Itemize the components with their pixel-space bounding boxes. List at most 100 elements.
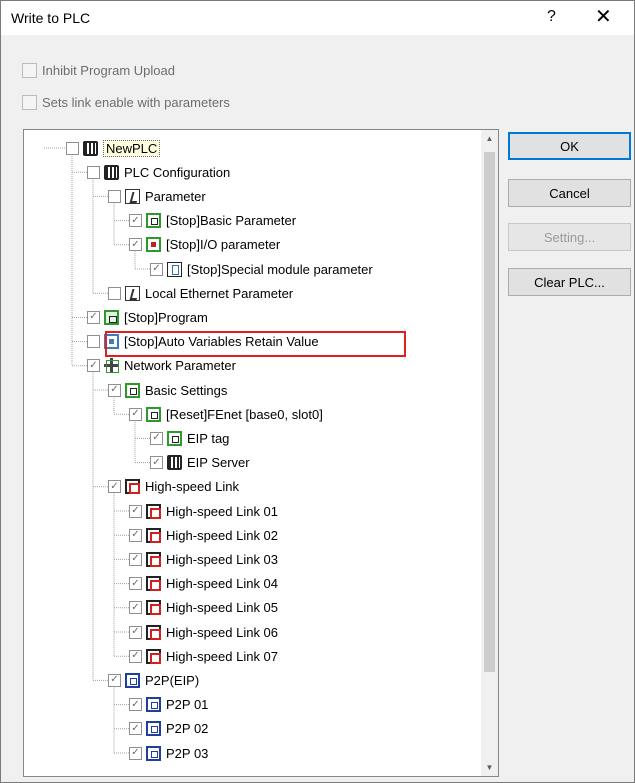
highlight-box [105, 331, 406, 357]
checked-checkbox[interactable]: ✓ [129, 238, 142, 252]
tree-node[interactable]: Local Ethernet Parameter [108, 282, 293, 304]
unchecked-checkbox[interactable] [66, 141, 79, 155]
write-to-plc-dialog: Write to PLC ? ✕ Inhibit Program Upload … [0, 0, 635, 783]
tree-scrollbar[interactable]: ▲ ▼ [481, 130, 498, 776]
unchecked-checkbox[interactable] [87, 165, 100, 179]
checked-checkbox[interactable]: ✓ [108, 480, 121, 494]
checked-checkbox[interactable]: ✓ [87, 359, 100, 373]
tree-node[interactable]: ✓ High-speed Link 01 [129, 500, 278, 522]
plc-icon [104, 164, 119, 180]
checked-checkbox[interactable]: ✓ [129, 504, 142, 518]
scroll-down-arrow-icon[interactable]: ▼ [481, 759, 498, 776]
checked-checkbox[interactable]: ✓ [87, 310, 100, 324]
p2p-icon [146, 745, 161, 761]
tree-node-label: High-speed Link 04 [166, 576, 279, 592]
checked-checkbox[interactable]: ✓ [150, 431, 163, 445]
checked-checkbox[interactable]: ✓ [129, 746, 142, 760]
checked-checkbox[interactable]: ✓ [129, 552, 142, 566]
tree-node[interactable]: ✓ High-speed Link 04 [129, 573, 278, 595]
tree-node[interactable]: ✓ Basic Settings [108, 379, 227, 401]
high-speed-link-icon [146, 551, 161, 567]
p2p-icon [146, 697, 161, 713]
plc-tree-view[interactable]: NewPLC PLC Configuration Parameter ✓ [Stop]B… [23, 129, 499, 777]
tree-node-label: [Stop]I/O parameter [166, 237, 281, 253]
tree-node[interactable]: NewPLC [66, 137, 161, 159]
tree-node[interactable]: ✓ High-speed Link 03 [129, 548, 278, 570]
scroll-up-arrow-icon[interactable]: ▲ [481, 130, 498, 147]
tree-node-label: NewPLC [103, 139, 161, 157]
tree-node-label: [Stop]Basic Parameter [166, 213, 297, 229]
tree-node[interactable]: ✓ P2P 01 [129, 694, 208, 716]
tree-node[interactable]: ✓ [Stop]Special module parameter [150, 258, 373, 280]
tree-node[interactable]: ✓ P2P(EIP) [108, 669, 199, 691]
dialog-title: Write to PLC [11, 10, 91, 26]
tree-node[interactable]: ✓ P2P 03 [129, 742, 208, 764]
tree-node-label: P2P(EIP) [145, 672, 200, 688]
cancel-button[interactable]: Cancel [508, 179, 631, 207]
special-module-icon [167, 261, 182, 277]
tree-node[interactable]: ✓ High-speed Link 06 [129, 621, 278, 643]
checked-checkbox[interactable]: ✓ [129, 649, 142, 663]
tree-node[interactable]: PLC Configuration [87, 161, 230, 183]
checked-checkbox[interactable]: ✓ [150, 262, 163, 276]
tree-node[interactable]: ✓ EIP tag [150, 427, 229, 449]
tree-node[interactable]: ✓ [Stop]Program [87, 306, 208, 328]
tree-node-label: PLC Configuration [124, 164, 231, 180]
plc-icon [167, 455, 182, 471]
tree-node[interactable]: ✓ High-speed Link 02 [129, 524, 278, 546]
tree-node-label: P2P 01 [166, 697, 209, 713]
basic-parameter-icon [146, 406, 161, 422]
tree-node[interactable]: ✓ High-speed Link 05 [129, 597, 278, 619]
checked-checkbox[interactable]: ✓ [108, 383, 121, 397]
tree-node[interactable]: ✓ High-speed Link [108, 476, 239, 498]
tree-node-label: EIP Server [187, 455, 250, 471]
checked-checkbox[interactable]: ✓ [129, 407, 142, 421]
tree-node[interactable]: Parameter [108, 185, 206, 207]
checked-checkbox[interactable]: ✓ [129, 577, 142, 591]
tree-node[interactable]: ✓ EIP Server [150, 452, 250, 474]
inhibit-program-upload-checkbox[interactable] [22, 63, 37, 78]
tree-node-label: P2P 02 [166, 721, 209, 737]
parameter-icon [125, 188, 140, 204]
tree-node[interactable]: ✓ Network Parameter [87, 355, 236, 377]
clear-plc-button[interactable]: Clear PLC... [508, 268, 631, 296]
tree-node[interactable]: ✓ [Stop]Basic Parameter [129, 210, 296, 232]
checked-checkbox[interactable]: ✓ [129, 722, 142, 736]
unchecked-checkbox[interactable] [87, 335, 100, 349]
tree-node[interactable]: ✓ High-speed Link 07 [129, 645, 278, 667]
tree-node-label: Local Ethernet Parameter [145, 285, 294, 301]
checked-checkbox[interactable]: ✓ [129, 625, 142, 639]
tree-node-label: [Reset]FEnet [base0, slot0] [166, 406, 323, 422]
tree-node[interactable]: ✓ [Reset]FEnet [base0, slot0] [129, 403, 323, 425]
unchecked-checkbox[interactable] [108, 189, 121, 203]
close-button[interactable]: ✕ [595, 4, 612, 29]
high-speed-link-icon [146, 648, 161, 664]
scroll-thumb[interactable] [484, 152, 495, 672]
checked-checkbox[interactable]: ✓ [129, 214, 142, 228]
network-icon [104, 358, 119, 374]
setting-button[interactable]: Setting... [508, 223, 631, 251]
checked-checkbox[interactable]: ✓ [129, 698, 142, 712]
inhibit-program-upload-option[interactable]: Inhibit Program Upload [22, 63, 175, 78]
high-speed-link-icon [146, 527, 161, 543]
plc-icon [83, 140, 98, 156]
parameter-icon [125, 285, 140, 301]
tree-node-label: High-speed Link 02 [166, 527, 279, 543]
unchecked-checkbox[interactable] [108, 286, 121, 300]
tree-node[interactable]: ✓ [Stop]I/O parameter [129, 234, 280, 256]
tree-node-label: Parameter [145, 188, 206, 204]
program-icon [104, 309, 119, 325]
checked-checkbox[interactable]: ✓ [129, 601, 142, 615]
help-button[interactable]: ? [547, 8, 556, 26]
checked-checkbox[interactable]: ✓ [150, 456, 163, 470]
checked-checkbox[interactable]: ✓ [108, 673, 121, 687]
basic-parameter-icon [146, 213, 161, 229]
sets-link-enable-option[interactable]: Sets link enable with parameters [22, 95, 230, 110]
checked-checkbox[interactable]: ✓ [129, 528, 142, 542]
ok-button[interactable]: OK [508, 132, 631, 160]
tree-node-label: Basic Settings [145, 382, 228, 398]
title-bar: Write to PLC ? ✕ [1, 1, 634, 35]
sets-link-enable-checkbox[interactable] [22, 95, 37, 110]
tree-node[interactable]: ✓ P2P 02 [129, 718, 208, 740]
high-speed-link-icon [146, 600, 161, 616]
